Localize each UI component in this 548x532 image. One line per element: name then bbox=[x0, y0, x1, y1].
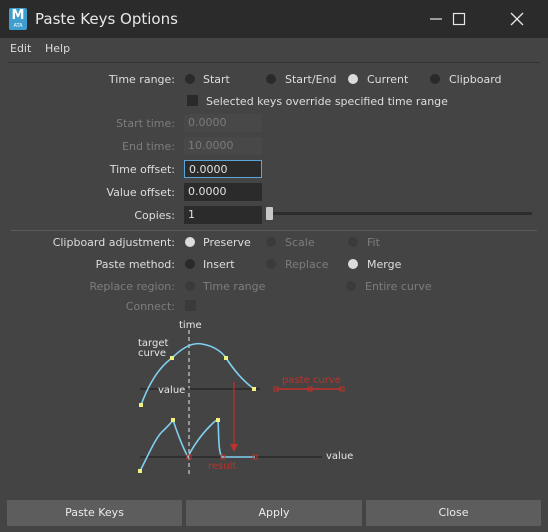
radio-merge[interactable] bbox=[348, 259, 358, 269]
time-text: time bbox=[179, 320, 202, 331]
copies-label: Copies: bbox=[134, 209, 175, 222]
connect-checkbox[interactable] bbox=[185, 300, 196, 311]
paste-method-label: Paste method: bbox=[95, 258, 175, 271]
override-label: Selected keys override specified time ra… bbox=[206, 95, 448, 108]
radio-start-label: Start bbox=[203, 73, 230, 86]
maya-app-icon: M ATA bbox=[9, 8, 27, 30]
menu-bar: Edit Help bbox=[0, 38, 548, 60]
maximize-button[interactable] bbox=[436, 0, 482, 38]
copies-slider-handle[interactable] bbox=[266, 207, 273, 220]
radio-scale-label: Scale bbox=[285, 236, 315, 249]
value-text-bottom: value bbox=[326, 451, 353, 462]
value-offset-field[interactable]: 0.0000 bbox=[184, 183, 262, 201]
radio-fit-label: Fit bbox=[367, 236, 380, 249]
radio-entire-curve-label: Entire curve bbox=[365, 280, 432, 293]
close-icon bbox=[510, 12, 524, 26]
radio-current-label: Current bbox=[367, 73, 409, 86]
time-range-label: Time range: bbox=[108, 73, 175, 86]
time-offset-field[interactable]: 0.0000 bbox=[184, 160, 262, 178]
target-key bbox=[224, 356, 228, 360]
connect-label: Connect: bbox=[125, 300, 175, 313]
copies-slider-track[interactable] bbox=[270, 212, 532, 215]
replace-region-label: Replace region: bbox=[89, 280, 175, 293]
maximize-icon bbox=[452, 12, 466, 26]
start-time-field[interactable]: 0.0000 bbox=[184, 114, 262, 132]
result-key bbox=[216, 418, 220, 422]
start-time-label: Start time: bbox=[116, 117, 175, 130]
paste-curve-text: paste curve bbox=[282, 375, 341, 386]
arrow-head-icon bbox=[230, 444, 238, 452]
radio-replace-label: Replace bbox=[285, 258, 329, 271]
paste-keys-button[interactable]: Paste Keys bbox=[7, 500, 182, 526]
panel-border bbox=[8, 62, 540, 63]
copies-field[interactable]: 1 bbox=[184, 206, 262, 224]
radio-time-range[interactable] bbox=[185, 281, 195, 291]
result-text: result bbox=[208, 461, 236, 472]
radio-clipboard[interactable] bbox=[430, 74, 440, 84]
clipboard-adjustment-label: Clipboard adjustment: bbox=[52, 236, 175, 249]
radio-insert[interactable] bbox=[185, 259, 195, 269]
radio-entire-curve[interactable] bbox=[346, 281, 356, 291]
radio-preserve[interactable] bbox=[185, 237, 195, 247]
window-title: Paste Keys Options bbox=[35, 10, 178, 28]
menu-help[interactable]: Help bbox=[45, 42, 70, 55]
radio-insert-label: Insert bbox=[203, 258, 235, 271]
radio-start[interactable] bbox=[185, 74, 195, 84]
menu-edit[interactable]: Edit bbox=[10, 42, 31, 55]
target-key bbox=[170, 356, 174, 360]
radio-preserve-label: Preserve bbox=[203, 236, 251, 249]
radio-clipboard-label: Clipboard bbox=[449, 73, 502, 86]
radio-scale[interactable] bbox=[266, 237, 276, 247]
paste-method-diagram: time target curve value paste curve valu… bbox=[138, 320, 353, 476]
target-key bbox=[252, 387, 256, 391]
radio-start-end[interactable] bbox=[266, 74, 276, 84]
value-offset-label: Value offset: bbox=[106, 186, 175, 199]
value-text-top: value bbox=[158, 385, 185, 396]
end-time-label: End time: bbox=[122, 140, 175, 153]
close-window-button[interactable] bbox=[494, 0, 540, 38]
time-offset-label: Time offset: bbox=[109, 163, 175, 176]
separator bbox=[11, 230, 537, 231]
radio-merge-label: Merge bbox=[367, 258, 402, 271]
close-button[interactable]: Close bbox=[366, 500, 541, 526]
curve-text: curve bbox=[138, 348, 166, 359]
target-key bbox=[139, 403, 143, 407]
title-bar: M ATA Paste Keys Options bbox=[0, 0, 548, 38]
radio-start-end-label: Start/End bbox=[285, 73, 337, 86]
radio-time-range-label: Time range bbox=[203, 280, 266, 293]
override-checkbox[interactable] bbox=[187, 95, 198, 106]
radio-replace[interactable] bbox=[266, 259, 276, 269]
radio-fit[interactable] bbox=[348, 237, 358, 247]
result-curve bbox=[139, 417, 255, 472]
apply-button[interactable]: Apply bbox=[186, 500, 362, 526]
radio-current[interactable] bbox=[348, 74, 358, 84]
result-key bbox=[138, 469, 142, 473]
result-key bbox=[171, 418, 175, 422]
end-time-field[interactable]: 10.0000 bbox=[184, 137, 262, 155]
